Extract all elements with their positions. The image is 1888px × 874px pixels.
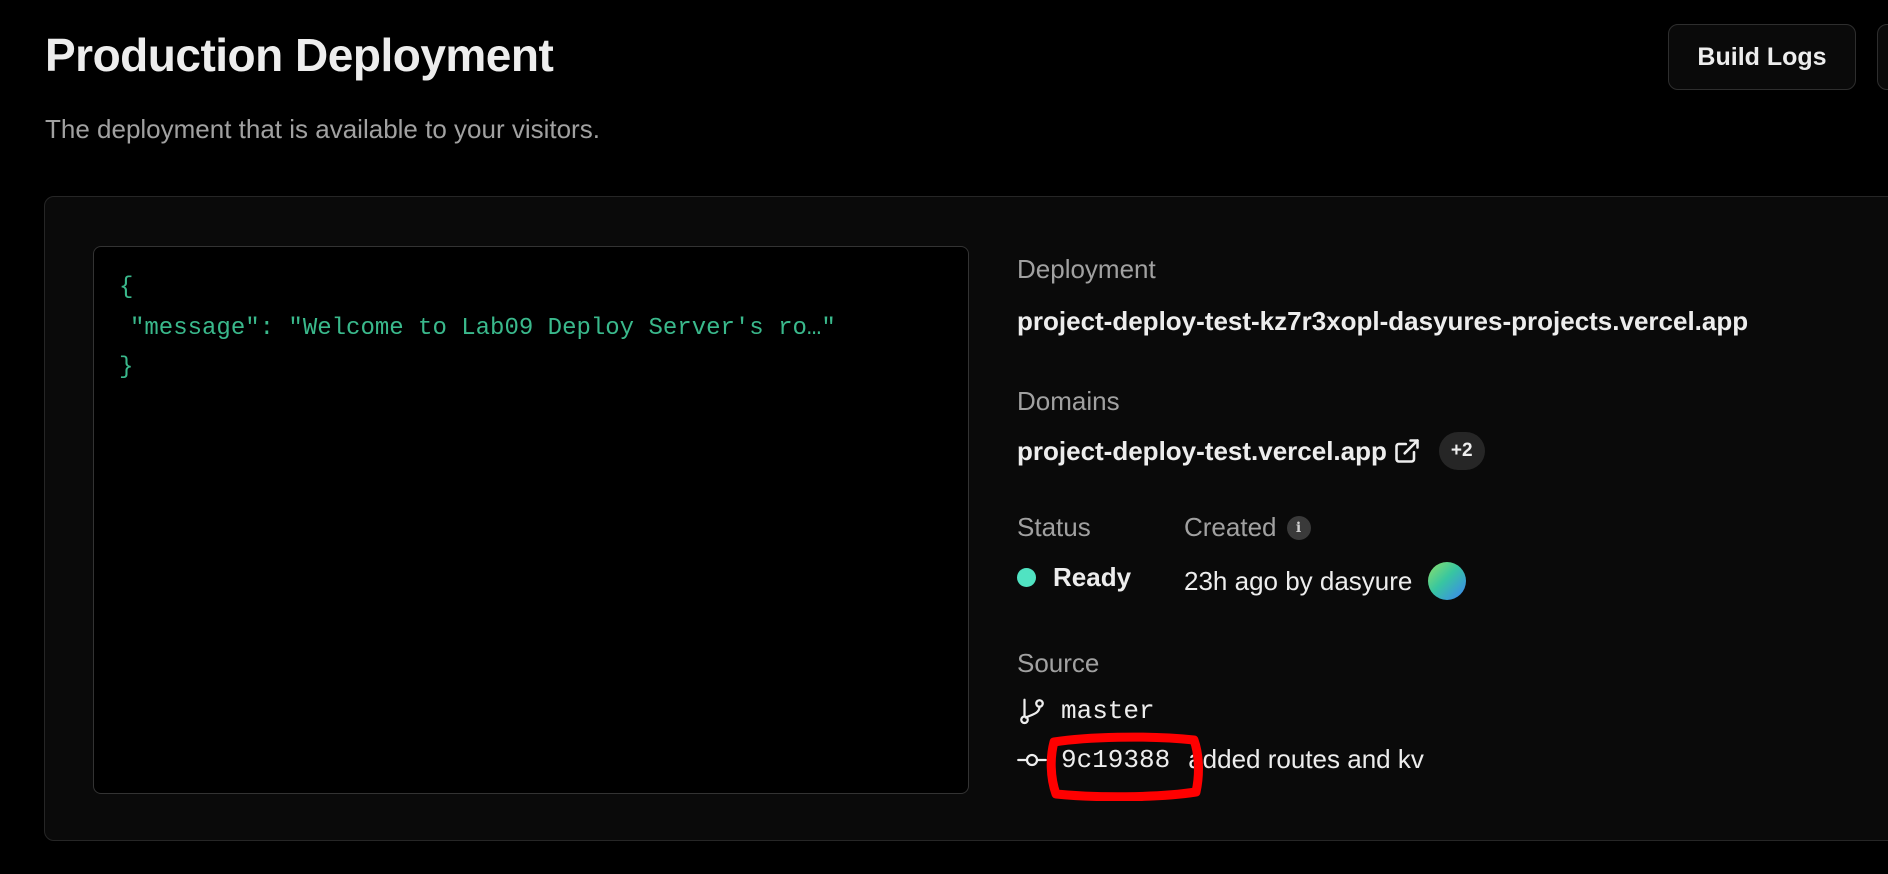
created-row: 23h ago by dasyure bbox=[1184, 562, 1467, 600]
preview-line-message: "message": "Welcome to Lab09 Deploy Serv… bbox=[130, 315, 836, 342]
deployment-preview[interactable]: { "message": "Welcome to Lab09 Deploy Se… bbox=[93, 246, 969, 794]
domains-label: Domains bbox=[1017, 386, 1120, 416]
preview-line-close: } bbox=[119, 354, 134, 381]
overflow-button[interactable] bbox=[1877, 24, 1888, 90]
deployment-url-link[interactable]: project-deploy-test-kz7r3xopl-dasyures-p… bbox=[1017, 306, 1748, 337]
commit-hash-link[interactable]: 9c19388 bbox=[1061, 745, 1170, 775]
external-link-icon[interactable] bbox=[1393, 437, 1421, 465]
git-commit-icon bbox=[1017, 753, 1047, 766]
status-row: Ready bbox=[1017, 562, 1131, 593]
domain-row: project-deploy-test.vercel.app +2 bbox=[1017, 428, 1485, 474]
created-label-group: Created i bbox=[1184, 512, 1311, 543]
status-value: Ready bbox=[1053, 562, 1132, 592]
preview-line-open: { bbox=[119, 274, 134, 301]
branch-name: master bbox=[1061, 696, 1155, 726]
status-dot bbox=[1017, 568, 1036, 587]
deployment-label: Deployment bbox=[1017, 254, 1156, 284]
branch-row[interactable]: master bbox=[1017, 696, 1155, 726]
avatar[interactable] bbox=[1428, 562, 1467, 600]
commit-row: 9c19388 added routes and kv bbox=[1017, 744, 1424, 775]
info-icon[interactable]: i bbox=[1286, 515, 1311, 540]
page-subtitle: The deployment that is available to your… bbox=[45, 114, 600, 144]
deployment-page: Production Deployment The deployment tha… bbox=[0, 0, 1888, 874]
git-branch-icon bbox=[1020, 698, 1044, 725]
source-label: Source bbox=[1017, 648, 1100, 678]
page-title: Production Deployment bbox=[45, 29, 554, 81]
commit-message[interactable]: added routes and kv bbox=[1188, 744, 1424, 775]
domain-link[interactable]: project-deploy-test.vercel.app bbox=[1017, 436, 1387, 467]
created-label: Created bbox=[1184, 512, 1277, 542]
more-domains-badge[interactable]: +2 bbox=[1438, 432, 1485, 470]
build-logs-button[interactable]: Build Logs bbox=[1668, 24, 1856, 90]
status-label: Status bbox=[1017, 512, 1091, 542]
created-value: 23h ago by dasyure bbox=[1184, 565, 1413, 596]
